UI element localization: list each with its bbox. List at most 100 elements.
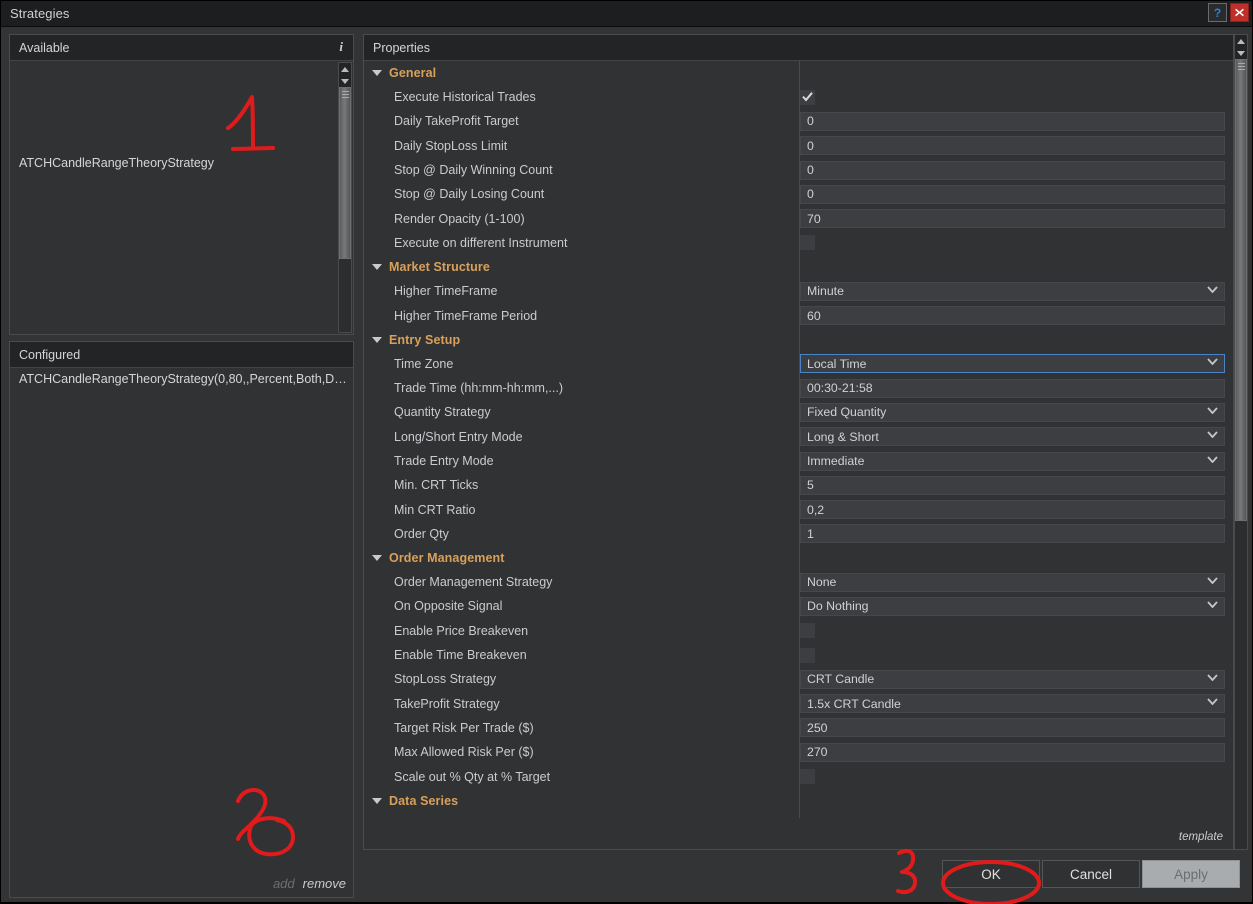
property-row: Scale out % Qty at % Target — [364, 764, 1233, 788]
property-input[interactable]: 0 — [800, 136, 1225, 155]
available-scrollbar-wrap — [338, 62, 352, 333]
property-input[interactable]: 0 — [800, 185, 1225, 204]
property-select[interactable]: Immediate — [800, 452, 1225, 471]
property-checkbox[interactable] — [800, 769, 815, 784]
property-row: Daily TakeProfit Target0 — [364, 109, 1233, 133]
scroll-up-arrow-icon[interactable] — [339, 63, 351, 75]
property-select[interactable]: Do Nothing — [800, 597, 1225, 616]
property-row: Target Risk Per Trade ($)250 — [364, 716, 1233, 740]
chevron-down-icon — [1207, 431, 1218, 438]
scroll-track[interactable] — [1235, 59, 1247, 849]
add-button[interactable]: add — [273, 876, 295, 891]
properties-scrollbar[interactable] — [1234, 34, 1248, 850]
property-input[interactable]: 0 — [800, 112, 1225, 131]
property-label: Scale out % Qty at % Target — [364, 770, 791, 784]
property-label: Quantity Strategy — [364, 405, 791, 419]
property-select[interactable]: CRT Candle — [800, 670, 1225, 689]
property-input[interactable]: 5 — [800, 476, 1225, 495]
property-value: Minute — [807, 284, 844, 298]
property-select[interactable]: 1.5x CRT Candle — [800, 694, 1225, 713]
property-label: Order Management Strategy — [364, 575, 791, 589]
scroll-track[interactable] — [339, 87, 351, 332]
property-value: Do Nothing — [807, 599, 869, 613]
property-select[interactable]: Long & Short — [800, 427, 1225, 446]
list-item[interactable]: ATCHCandleRangeTheoryStrategy — [10, 153, 353, 173]
chevron-down-icon[interactable] — [372, 70, 382, 76]
property-group-header[interactable]: Data Series — [364, 789, 1233, 813]
property-label: Order Qty — [364, 527, 791, 541]
property-input[interactable]: 70 — [800, 209, 1225, 228]
property-input[interactable]: 0 — [800, 161, 1225, 180]
property-label: Max Allowed Risk Per ($) — [364, 745, 791, 759]
scroll-up-arrow-icon[interactable] — [1235, 35, 1247, 47]
chevron-down-icon — [1207, 577, 1218, 584]
window-title: Strategies — [1, 6, 70, 21]
checkmark-icon — [802, 92, 813, 102]
dialog-footer: OK Cancel Apply — [363, 850, 1248, 898]
property-select[interactable]: None — [800, 573, 1225, 592]
property-row: Stop @ Daily Winning Count0 — [364, 158, 1233, 182]
ok-button[interactable]: OK — [942, 860, 1040, 888]
property-checkbox[interactable] — [800, 235, 815, 250]
property-label: StopLoss Strategy — [364, 672, 791, 686]
property-group-header[interactable]: General — [364, 61, 1233, 85]
property-value: Long & Short — [807, 430, 879, 444]
property-row: Enable Price Breakeven — [364, 619, 1233, 643]
configured-list[interactable]: ATCHCandleRangeTheoryStrategy(0,80,,Perc… — [10, 368, 353, 897]
chevron-down-icon[interactable] — [372, 798, 382, 804]
properties-scroll-area: GeneralExecute Historical TradesDaily Ta… — [364, 61, 1233, 849]
chevron-down-icon[interactable] — [372, 337, 382, 343]
property-value: 1.5x CRT Candle — [807, 697, 901, 711]
property-label: Enable Time Breakeven — [364, 648, 791, 662]
available-scrollbar[interactable] — [338, 62, 352, 333]
available-title: Available — [10, 41, 70, 55]
property-input[interactable]: 1 — [800, 524, 1225, 543]
info-icon[interactable]: i — [339, 39, 343, 55]
property-row: Quantity Strategy Fixed Quantity — [364, 400, 1233, 424]
chevron-down-icon[interactable] — [372, 555, 382, 561]
property-input[interactable]: 00:30-21:58 — [800, 379, 1225, 398]
close-button[interactable] — [1230, 3, 1249, 22]
template-link[interactable]: template — [1179, 831, 1223, 843]
property-value: Fixed Quantity — [807, 405, 886, 419]
remove-button[interactable]: remove — [303, 876, 346, 891]
property-group-header[interactable]: Market Structure — [364, 255, 1233, 279]
scroll-thumb[interactable] — [339, 87, 351, 259]
scroll-down-arrow-icon[interactable] — [1235, 47, 1247, 59]
scroll-thumb[interactable] — [1235, 59, 1247, 521]
property-select[interactable]: Minute — [800, 282, 1225, 301]
property-row: Order Management Strategy None — [364, 570, 1233, 594]
property-label: Min. CRT Ticks — [364, 478, 791, 492]
chevron-down-icon — [1207, 358, 1218, 365]
property-value: 0 — [807, 163, 814, 177]
property-group-header[interactable]: Entry Setup — [364, 328, 1233, 352]
help-button[interactable]: ? — [1208, 3, 1227, 22]
property-group-header[interactable]: Order Management — [364, 546, 1233, 570]
property-row: Time ZoneLocal Time — [364, 352, 1233, 376]
cancel-button[interactable]: Cancel — [1042, 860, 1140, 888]
scroll-down-arrow-icon[interactable] — [339, 75, 351, 87]
chevron-down-icon — [1207, 674, 1218, 681]
apply-button: Apply — [1142, 860, 1240, 888]
chevron-down-icon — [1207, 286, 1218, 293]
property-select[interactable]: Fixed Quantity — [800, 403, 1225, 422]
property-checkbox[interactable] — [800, 623, 815, 638]
property-select[interactable]: Local Time — [800, 354, 1225, 373]
property-input[interactable]: 60 — [800, 306, 1225, 325]
available-header: Available i — [10, 35, 353, 61]
property-value: Immediate — [807, 454, 864, 468]
available-list[interactable]: ATCHCandleRangeTheoryStrategy — [10, 61, 353, 334]
property-checkbox[interactable] — [800, 648, 815, 663]
right-column: Properties GeneralExecute Historical Tra… — [363, 34, 1248, 898]
property-group-label: Order Management — [389, 551, 505, 565]
property-input[interactable]: 0,2 — [800, 500, 1225, 519]
list-item[interactable]: ATCHCandleRangeTheoryStrategy(0,80,,Perc… — [10, 369, 353, 389]
chevron-down-icon — [1207, 601, 1218, 608]
dialog-body: Available i ATCHCandleRangeTheoryStrateg… — [1, 27, 1252, 902]
property-input[interactable]: 250 — [800, 718, 1225, 737]
configured-panel: Configured ATCHCandleRangeTheoryStrategy… — [9, 341, 354, 898]
property-checkbox[interactable] — [800, 90, 815, 105]
property-label: Trade Time (hh:mm-hh:mm,...) — [364, 381, 791, 395]
property-input[interactable]: 270 — [800, 743, 1225, 762]
chevron-down-icon[interactable] — [372, 264, 382, 270]
